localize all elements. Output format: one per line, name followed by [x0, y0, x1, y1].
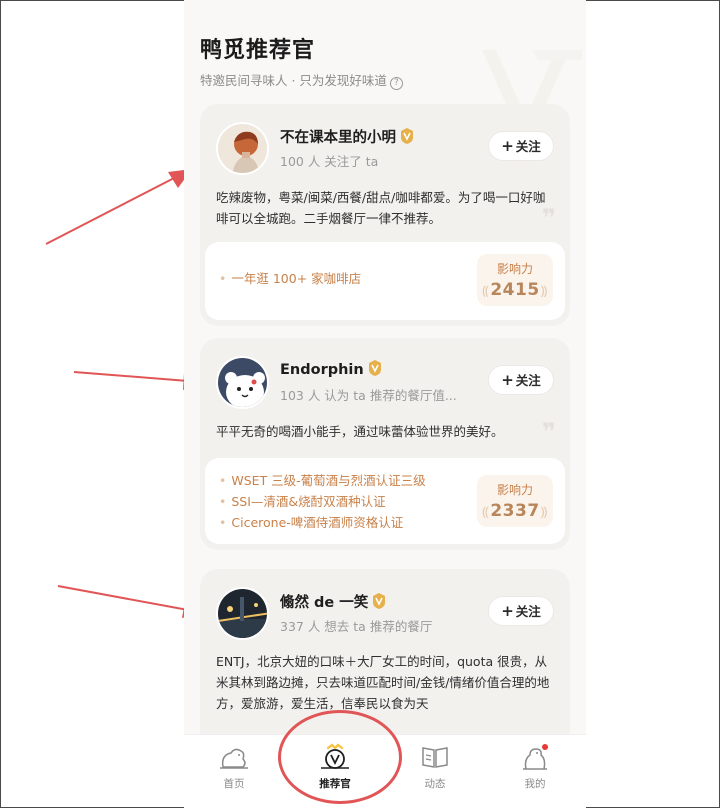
tag-item: Cicerone-啤酒侍酒师资格认证 — [219, 512, 426, 533]
user-bio: ENTJ，北京大妞的口味＋大厂女工的时间，quota 很贵，从米其林到路边摊，只… — [216, 654, 550, 711]
app-screen: 鸭觅推荐官 特邀民间寻味人 · 只为发现好味道? 不在课本里的小明 100 人 … — [184, 0, 586, 808]
tab-feed[interactable]: 动态 — [395, 743, 475, 791]
influence-score: 影响力 2337 — [477, 475, 553, 527]
quote-icon: ❞ — [541, 418, 556, 446]
annotation-arrow-1 — [45, 169, 192, 245]
tag-item: WSET 三级-葡萄酒与烈酒认证三级 — [219, 470, 425, 491]
tab-profile[interactable]: 我的 — [495, 743, 575, 791]
user-name-text: 翛然 de 一笑 — [280, 595, 369, 611]
user-meta: 103 人 认为 ta 推荐的餐厅值... — [280, 388, 457, 403]
tab-label: 动态 — [424, 778, 446, 790]
avatar-illustration — [218, 589, 267, 638]
avatar-illustration — [218, 124, 267, 173]
influence-score: 影响力 2415 — [477, 254, 553, 306]
avatar-illustration — [218, 358, 267, 407]
tag-item: SSI—清酒&烧酎双酒种认证 — [219, 491, 426, 512]
verified-badge-icon — [373, 593, 386, 609]
tag-item: 一年逛 100+ 家咖啡店 — [219, 268, 361, 289]
verified-badge-icon — [368, 360, 381, 376]
influence-value: 2337 — [477, 501, 553, 521]
feed-book-icon — [422, 747, 448, 768]
user-meta: 337 人 想去 ta 推荐的餐厅 — [280, 619, 433, 634]
influence-label: 影响力 — [496, 262, 533, 276]
follow-button[interactable]: + 关注 — [488, 596, 554, 626]
avatar[interactable] — [216, 122, 269, 175]
recommender-card[interactable]: 翛然 de 一笑 337 人 想去 ta 推荐的餐厅 + 关注 ENTJ，北京大妞… — [200, 569, 570, 749]
profile-duck-icon — [523, 744, 548, 770]
tab-label: 我的 — [524, 778, 546, 790]
notification-dot — [542, 744, 548, 750]
user-name-text: 不在课本里的小明 — [280, 130, 396, 146]
influence-value: 2415 — [477, 280, 553, 300]
user-bio: 平平无奇的喝酒小能手，通过味蕾体验世界的美好。 — [216, 424, 504, 439]
user-name[interactable]: 不在课本里的小明 — [280, 126, 414, 147]
avatar[interactable] — [216, 587, 269, 640]
follow-label: 关注 — [515, 373, 541, 388]
credentials-panel: WSET 三级-葡萄酒与烈酒认证三级 SSI—清酒&烧酎双酒种认证 Cicero… — [205, 458, 565, 544]
avatar[interactable] — [216, 356, 269, 409]
user-name[interactable]: 翛然 de 一笑 — [280, 591, 386, 612]
plus-icon: + — [501, 602, 514, 620]
follow-label: 关注 — [515, 139, 541, 154]
page-subtitle-text: 特邀民间寻味人 · 只为发现好味道 — [200, 73, 387, 88]
page-title: 鸭觅推荐官 — [200, 38, 316, 63]
user-bio: 吃辣废物，粤菜/闽菜/西餐/甜点/咖啡都爱。为了喝一口好咖啡可以全城跑。二手烟餐… — [216, 190, 546, 226]
tab-label: 首页 — [223, 778, 245, 790]
user-meta: 100 人 关注了 ta — [280, 154, 379, 169]
help-icon[interactable]: ? — [389, 77, 403, 90]
recommender-card[interactable]: 不在课本里的小明 100 人 关注了 ta + 关注 吃辣废物，粤菜/闽菜/西餐/… — [200, 104, 570, 326]
influence-label: 影响力 — [496, 483, 533, 497]
verified-badge-icon — [401, 128, 413, 144]
follow-label: 关注 — [515, 604, 541, 619]
plus-icon: + — [501, 371, 514, 389]
plus-icon: + — [501, 137, 514, 155]
tag-list: WSET 三级-葡萄酒与烈酒认证三级 SSI—清酒&烧酎双酒种认证 Cicero… — [219, 470, 426, 533]
recommender-card[interactable]: Endorphin 103 人 认为 ta 推荐的餐厅值... + 关注 平平无奇… — [200, 338, 570, 550]
follow-button[interactable]: + 关注 — [488, 365, 554, 395]
tag-list: 一年逛 100+ 家咖啡店 — [219, 268, 361, 289]
annotation-circle — [278, 710, 402, 804]
quote-icon: ❞ — [541, 204, 556, 232]
tab-home[interactable]: 首页 — [194, 743, 274, 791]
user-name-text: Endorphin — [280, 362, 364, 378]
page-subtitle: 特邀民间寻味人 · 只为发现好味道? — [200, 70, 403, 90]
follow-button[interactable]: + 关注 — [488, 131, 554, 161]
home-duck-icon — [220, 748, 248, 769]
user-name[interactable]: Endorphin — [280, 360, 382, 378]
credentials-panel: 一年逛 100+ 家咖啡店 影响力 2415 — [205, 242, 565, 320]
